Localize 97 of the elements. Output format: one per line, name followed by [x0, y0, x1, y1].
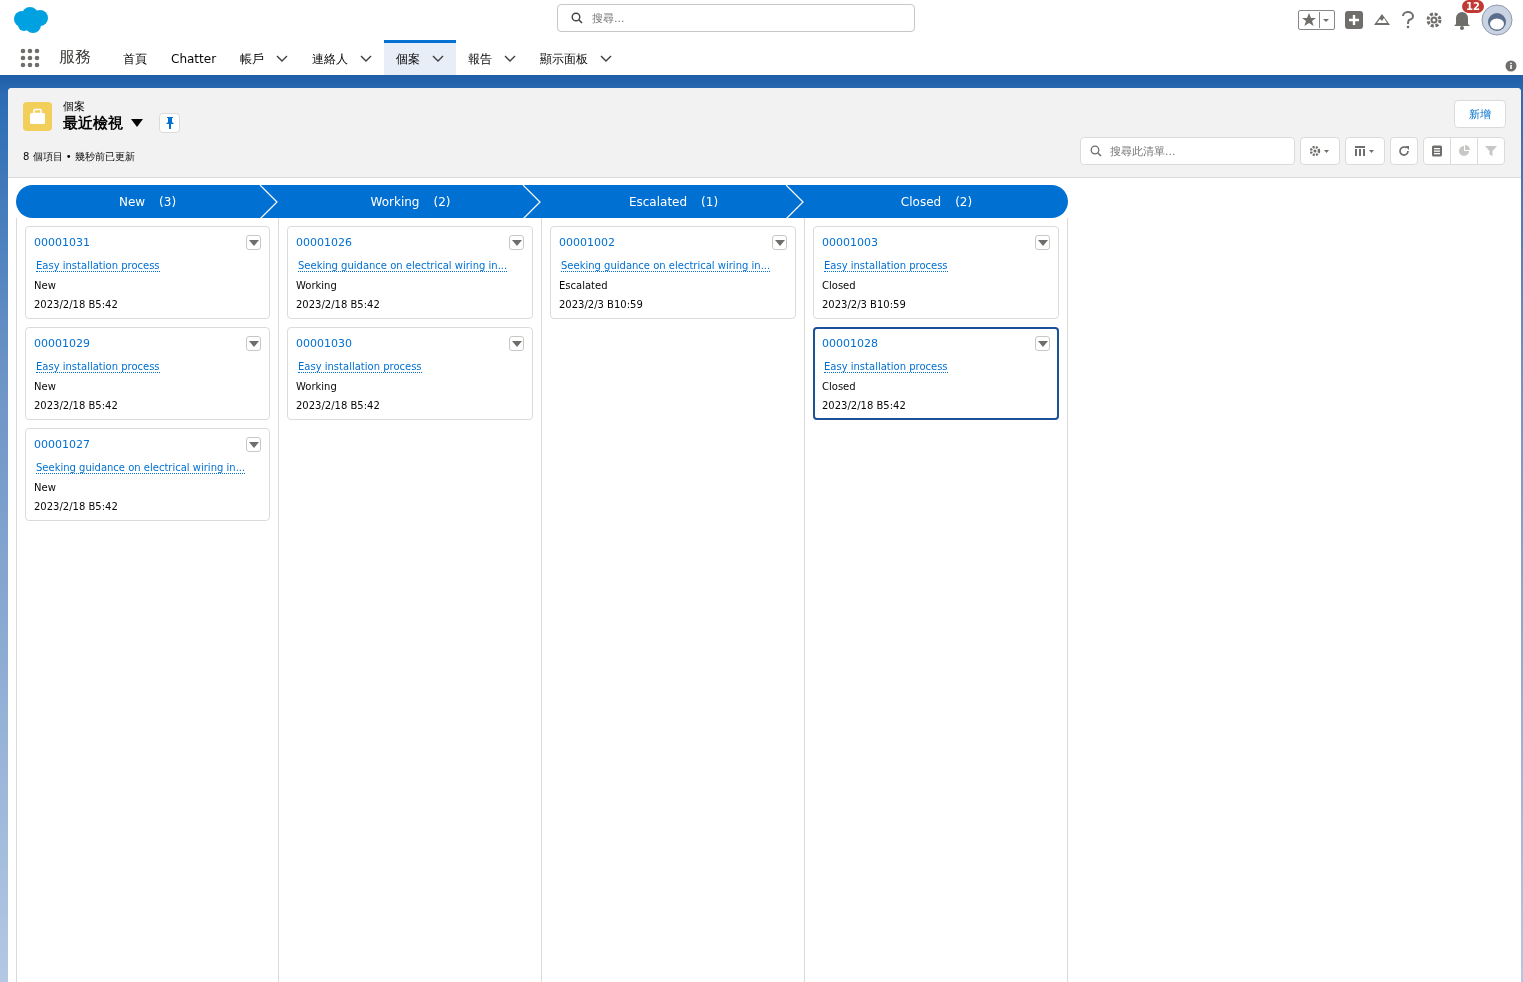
display-as-button[interactable]	[1345, 137, 1385, 165]
gear-caret-icon[interactable]	[1309, 145, 1331, 157]
row-menu-button[interactable]	[246, 235, 261, 250]
columns-caret-icon[interactable]	[1354, 145, 1376, 157]
case-number-link[interactable]: 00001031	[34, 236, 90, 249]
case-date: 2023/2/18 B5:42	[296, 299, 381, 310]
case-date: 2023/2/18 B5:42	[822, 400, 907, 411]
nav-tab[interactable]: 連絡人	[300, 40, 385, 75]
list-search-field[interactable]: 搜尋此清單...	[1080, 137, 1295, 165]
row-menu-button[interactable]	[509, 336, 524, 351]
chevron-divider-icon	[522, 185, 542, 219]
help-icon[interactable]	[1401, 11, 1415, 29]
case-date: 2023/2/18 B5:42	[34, 400, 119, 411]
case-card[interactable]: 00001029 Easy installation process New 2023/2/18 B5:42	[25, 327, 270, 420]
case-status: Closed	[822, 381, 857, 392]
row-menu-button[interactable]	[1035, 235, 1050, 250]
settings-button[interactable]	[1300, 137, 1340, 165]
pin-icon[interactable]	[165, 117, 174, 129]
case-card[interactable]: 00001028 Easy installation process Closed 2023/2/18 B5:42	[813, 327, 1059, 420]
chevron-down-icon[interactable]	[276, 55, 289, 63]
case-card[interactable]: 00001026 Seeking guidance on electrical wiring in... Working 2023/2/18 B5:42	[287, 226, 533, 319]
search-field[interactable]: 搜尋...	[557, 4, 915, 32]
case-status: New	[34, 482, 57, 493]
list-icon[interactable]	[1431, 145, 1443, 157]
pin-button[interactable]	[159, 113, 180, 133]
case-number-link[interactable]: 00001030	[296, 337, 352, 350]
favorites-button[interactable]	[1298, 10, 1335, 30]
refresh-icon[interactable]	[1398, 145, 1410, 157]
chevron-down-icon[interactable]	[432, 55, 445, 63]
case-card[interactable]: 00001003 Easy installation process Closed 2023/2/3 B10:59	[813, 226, 1059, 319]
chevron-down-icon[interactable]	[600, 55, 613, 63]
case-status: New	[34, 381, 57, 392]
info-icon[interactable]	[1505, 60, 1517, 72]
row-menu-button[interactable]	[509, 235, 524, 250]
case-subject-link[interactable]: Easy installation process	[824, 361, 948, 373]
chevron-divider-icon	[785, 185, 805, 219]
case-subject-link[interactable]: Seeking guidance on electrical wiring in...	[36, 462, 246, 474]
case-card[interactable]: 00001027 Seeking guidance on electrical wiring in... New 2023/2/18 B5:42	[25, 428, 270, 521]
case-subject-link[interactable]: Easy installation process	[298, 361, 422, 373]
nav-tab[interactable]: 個案	[384, 40, 457, 75]
path-stage[interactable]: Escalated (1)	[542, 185, 805, 218]
nav-tab[interactable]: Chatter	[159, 40, 229, 75]
path-stage[interactable]: New (3)	[16, 185, 279, 218]
case-status: Working	[296, 280, 338, 291]
chevron-down-icon[interactable]	[504, 55, 517, 63]
case-number-link[interactable]: 00001002	[559, 236, 615, 249]
chevron-down-icon[interactable]	[360, 55, 373, 63]
row-menu-button[interactable]	[772, 235, 787, 250]
case-date: 2023/2/18 B5:42	[296, 400, 381, 411]
case-subject-link[interactable]: Easy installation process	[824, 260, 948, 272]
case-date: 2023/2/18 B5:42	[34, 299, 119, 310]
case-subject-link[interactable]: Seeking guidance on electrical wiring in...	[298, 260, 508, 272]
case-status: Working	[296, 381, 338, 392]
table-button[interactable]	[1423, 137, 1451, 165]
nav-tab[interactable]: 報告	[456, 40, 529, 75]
case-number-link[interactable]: 00001027	[34, 438, 90, 451]
app-name: 服務	[59, 47, 91, 68]
row-menu-button[interactable]	[246, 437, 261, 452]
case-subject-link[interactable]: Easy installation process	[36, 260, 160, 272]
list-status: 8 個項目 • 幾秒前已更新	[23, 150, 135, 164]
list-view-title[interactable]: 最近檢視	[63, 113, 123, 133]
row-menu-button[interactable]	[246, 336, 261, 351]
case-date: 2023/2/3 B10:59	[559, 299, 644, 310]
case-date: 2023/2/18 B5:42	[34, 501, 119, 512]
case-card[interactable]: 00001002 Seeking guidance on electrical wiring in... Escalated 2023/2/3 B10:59	[550, 226, 796, 319]
case-number-link[interactable]: 00001029	[34, 337, 90, 350]
cloud-logo[interactable]	[12, 6, 50, 34]
case-card[interactable]: 00001031 Easy installation process New 2023/2/18 B5:42	[25, 226, 270, 319]
nav-tab[interactable]: 顯示面板	[528, 40, 625, 75]
case-date: 2023/2/3 B10:59	[822, 299, 907, 310]
case-card[interactable]: 00001030 Easy installation process Working 2023/2/18 B5:42	[287, 327, 533, 420]
new-button[interactable]: 新增	[1454, 100, 1506, 128]
case-status: Escalated	[559, 280, 609, 291]
case-subject-link[interactable]: Seeking guidance on electrical wiring in...	[561, 260, 771, 272]
star-icon[interactable]	[1301, 12, 1317, 28]
case-status: Closed	[822, 280, 857, 291]
case-status: New	[34, 280, 57, 291]
avatar-icon[interactable]	[1481, 4, 1513, 36]
case-number-link[interactable]: 00001003	[822, 236, 878, 249]
object-label: 個案	[63, 100, 86, 113]
row-menu-button[interactable]	[1035, 336, 1050, 351]
refresh-button[interactable]	[1390, 137, 1418, 165]
notification-count: 12	[1462, 0, 1484, 13]
briefcase-icon	[23, 102, 52, 131]
path-stage[interactable]: Working (2)	[279, 185, 542, 218]
add-icon[interactable]	[1345, 11, 1363, 29]
app-launcher-icon[interactable]	[20, 47, 40, 68]
settings-icon[interactable]	[1425, 11, 1443, 29]
bell-icon[interactable]	[1453, 10, 1471, 30]
nav-tab[interactable]: 首頁	[111, 40, 159, 75]
caret-icon[interactable]	[131, 119, 143, 127]
path-stage[interactable]: Closed (2)	[805, 185, 1068, 218]
nav-tab[interactable]: 帳戶	[228, 40, 301, 75]
case-subject-link[interactable]: Easy installation process	[36, 361, 160, 373]
case-number-link[interactable]: 00001026	[296, 236, 352, 249]
case-number-link[interactable]: 00001028	[822, 337, 878, 350]
chevron-divider-icon	[259, 185, 279, 219]
